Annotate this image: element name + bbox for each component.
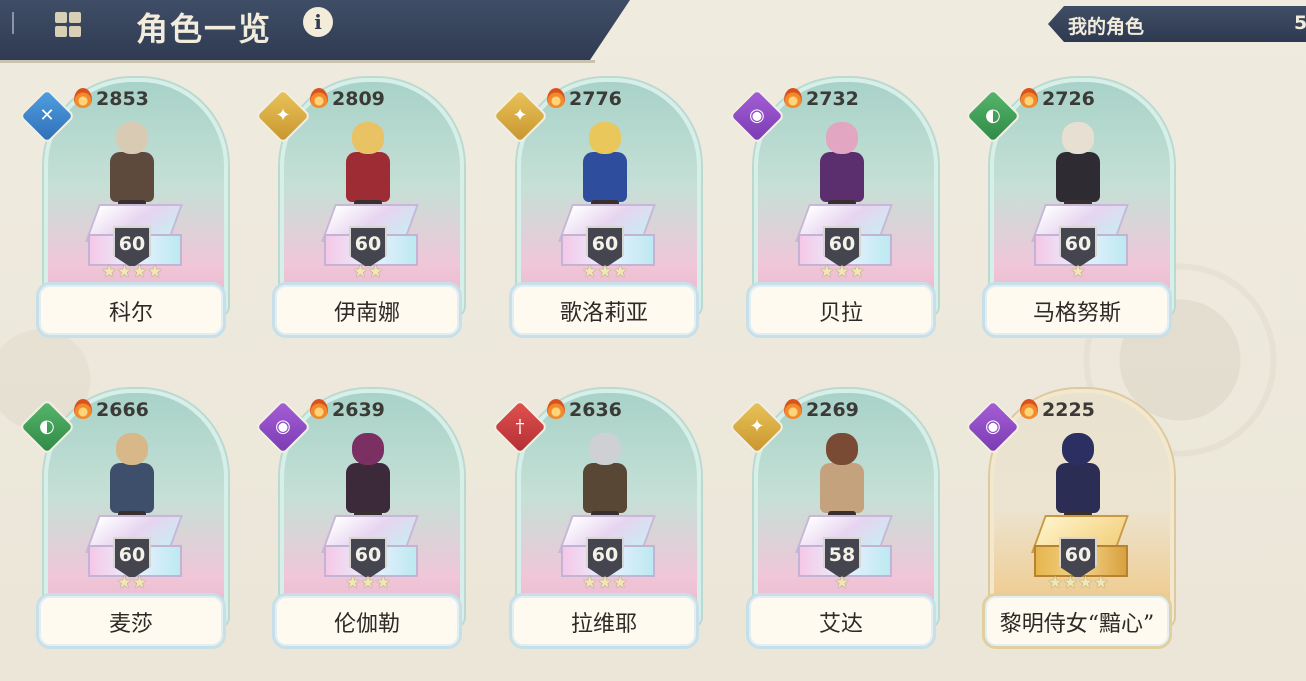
character-name: 伦伽勒 bbox=[333, 612, 400, 637]
flame-icon bbox=[784, 399, 802, 419]
info-icon[interactable]: i bbox=[303, 7, 333, 37]
star-rating: ★★★★ bbox=[101, 262, 163, 282]
power-value: 2732 bbox=[784, 88, 859, 110]
grid-menu-icon[interactable] bbox=[52, 10, 84, 40]
star-rating: ★ bbox=[834, 573, 850, 593]
name-plate: 艾达 bbox=[746, 593, 936, 649]
character-sprite bbox=[565, 118, 645, 218]
my-characters-count: 5 bbox=[1294, 12, 1306, 34]
flame-icon bbox=[74, 399, 92, 419]
star-rating: ★★★ bbox=[819, 262, 865, 282]
power-value: 2666 bbox=[74, 399, 149, 421]
character-card[interactable]: ✕ 2853 60 ★★★★ 科尔 bbox=[18, 76, 230, 346]
power-value: 2639 bbox=[310, 399, 385, 421]
character-name: 歌洛莉亚 bbox=[559, 301, 648, 326]
character-name: 伊南娜 bbox=[333, 301, 400, 326]
star-rating: ★★ bbox=[352, 262, 384, 282]
power-value: 2853 bbox=[74, 88, 149, 110]
character-card[interactable]: ✦ 2776 60 ★★★ 歌洛莉亚 bbox=[491, 76, 703, 346]
character-sprite bbox=[328, 429, 408, 529]
name-plate: 伦伽勒 bbox=[272, 593, 462, 649]
character-name: 科尔 bbox=[108, 301, 153, 326]
character-card[interactable]: ◐ 2666 60 ★★ 麦莎 bbox=[18, 387, 230, 657]
character-name: 黎明侍女“黯心” bbox=[999, 612, 1155, 637]
character-sprite bbox=[1038, 429, 1118, 529]
star-rating: ★★★ bbox=[582, 573, 628, 593]
star-rating: ★★ bbox=[116, 573, 148, 593]
flame-icon bbox=[310, 88, 328, 108]
character-card[interactable]: ◉ 2225 60 ★★★★ 黎明侍女“黯心” bbox=[964, 387, 1176, 657]
power-value: 2726 bbox=[1020, 88, 1095, 110]
name-plate: 伊南娜 bbox=[272, 282, 462, 338]
my-characters-label: 我的角色 bbox=[1068, 16, 1145, 38]
name-plate: 马格努斯 bbox=[982, 282, 1172, 338]
name-plate: 麦莎 bbox=[36, 593, 226, 649]
character-sprite bbox=[92, 429, 172, 529]
character-sprite bbox=[1038, 118, 1118, 218]
character-card[interactable]: ◐ 2726 60 ★ 马格努斯 bbox=[964, 76, 1176, 346]
flame-icon bbox=[547, 399, 565, 419]
character-sprite bbox=[802, 429, 882, 529]
power-value: 2776 bbox=[547, 88, 622, 110]
flame-icon bbox=[310, 399, 328, 419]
star-rating: ★ bbox=[1070, 262, 1086, 282]
star-rating: ★★★ bbox=[345, 573, 391, 593]
character-card[interactable]: ◉ 2639 60 ★★★ 伦伽勒 bbox=[254, 387, 466, 657]
character-sprite bbox=[802, 118, 882, 218]
header-bar: 角色一览 i bbox=[0, 0, 630, 60]
name-plate: 黎明侍女“黯心” bbox=[982, 593, 1172, 649]
flame-icon bbox=[784, 88, 802, 108]
character-card[interactable]: † 2636 60 ★★★ 拉维耶 bbox=[491, 387, 703, 657]
flame-icon bbox=[1020, 399, 1038, 419]
flame-icon bbox=[547, 88, 565, 108]
character-sprite bbox=[565, 429, 645, 529]
power-value: 2225 bbox=[1020, 399, 1095, 421]
power-value: 2269 bbox=[784, 399, 859, 421]
flame-icon bbox=[1020, 88, 1038, 108]
header-divider bbox=[12, 12, 14, 34]
character-name: 马格努斯 bbox=[1032, 301, 1121, 326]
character-card[interactable]: ✦ 2809 60 ★★ 伊南娜 bbox=[254, 76, 466, 346]
header-edge bbox=[0, 60, 595, 63]
character-card[interactable]: ◉ 2732 60 ★★★ 贝拉 bbox=[728, 76, 940, 346]
name-plate: 科尔 bbox=[36, 282, 226, 338]
character-sprite bbox=[328, 118, 408, 218]
character-card[interactable]: ✦ 2269 58 ★ 艾达 bbox=[728, 387, 940, 657]
power-value: 2809 bbox=[310, 88, 385, 110]
flame-icon bbox=[74, 88, 92, 108]
page-title: 角色一览 bbox=[136, 10, 273, 48]
my-characters-tab[interactable]: 我的角色 5 bbox=[1048, 6, 1306, 42]
power-value: 2636 bbox=[547, 399, 622, 421]
character-name: 麦莎 bbox=[108, 612, 153, 637]
name-plate: 贝拉 bbox=[746, 282, 936, 338]
character-name: 拉维耶 bbox=[570, 612, 637, 637]
character-name: 艾达 bbox=[818, 612, 863, 637]
character-name: 贝拉 bbox=[818, 301, 863, 326]
name-plate: 歌洛莉亚 bbox=[509, 282, 699, 338]
character-sprite bbox=[92, 118, 172, 218]
star-rating: ★★★★ bbox=[1047, 573, 1109, 593]
star-rating: ★★★ bbox=[582, 262, 628, 282]
name-plate: 拉维耶 bbox=[509, 593, 699, 649]
